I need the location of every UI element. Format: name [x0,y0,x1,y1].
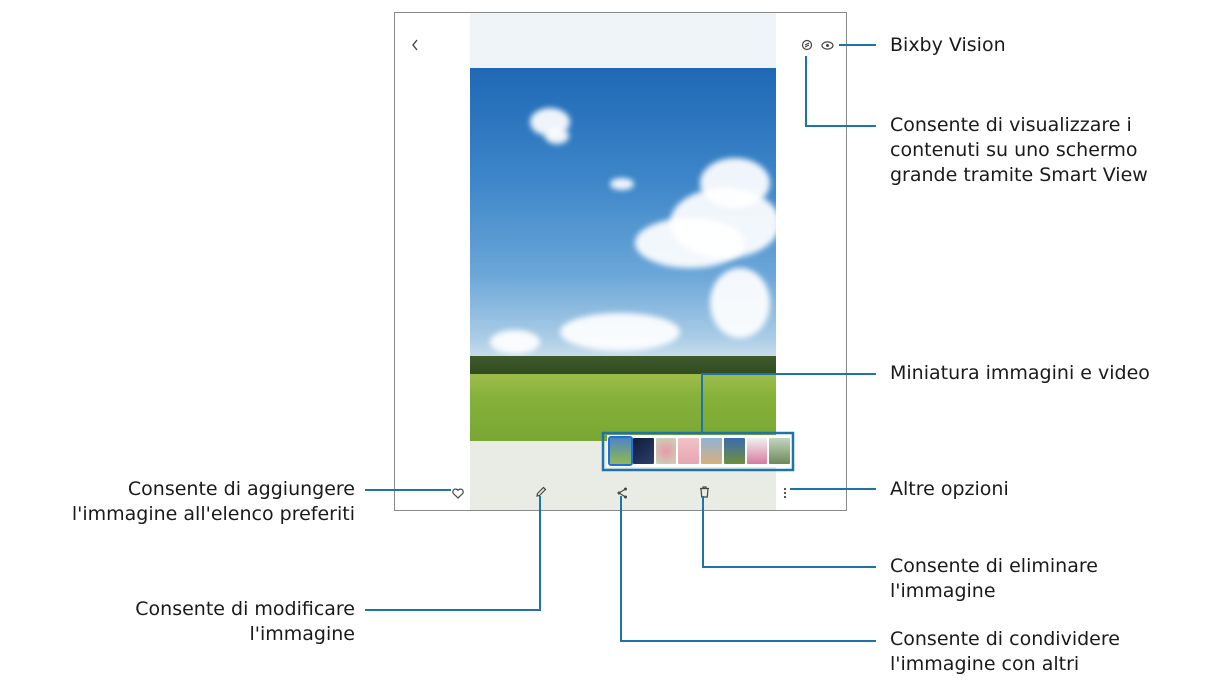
thumbnails-line [701,373,876,433]
favorite-label: Consente di aggiungere l'immagine all'el… [71,478,355,525]
smart-view-line [805,56,876,127]
thumbnails-label: Miniatura immagini e video [890,362,1150,384]
delete-line [702,496,876,568]
share-line [620,496,876,642]
delete-label: Consente di eliminare l'immagine [890,555,1098,602]
bixby-vision-label: Bixby Vision [890,34,1006,56]
thumbnail-highlight [601,431,795,472]
more-options-label: Altre opzioni [890,478,1009,500]
share-label: Consente di condividere l'immagine con a… [890,628,1120,675]
edit-line [365,496,541,611]
smart-view-label: Consente di visualizzare i contenuti su … [890,114,1148,186]
edit-label: Consente di modificare l'immagine [135,598,355,645]
